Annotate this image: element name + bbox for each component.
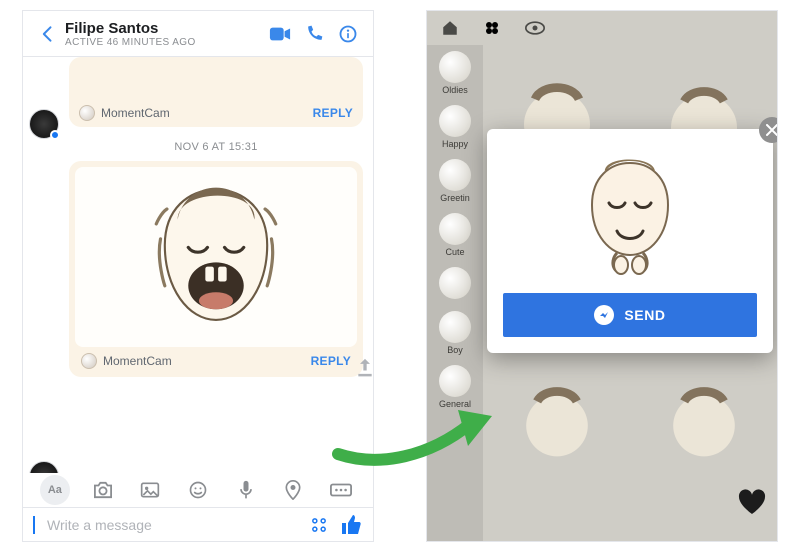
- contact-status: ACTIVE 46 MINUTES AGO: [65, 37, 263, 48]
- compose-bar: [23, 507, 373, 541]
- image-icon: [140, 481, 160, 499]
- camera-icon: [92, 481, 114, 499]
- phone-icon: [304, 24, 324, 44]
- voice-clip-button[interactable]: [231, 475, 261, 505]
- messenger-icon: [594, 305, 614, 325]
- thumbs-up-icon: [339, 513, 363, 537]
- apps-button[interactable]: [309, 515, 329, 535]
- chat-header: Filipe Santos ACTIVE 46 MINUTES AGO: [23, 11, 373, 57]
- home-icon: [441, 19, 459, 37]
- sticker-cell[interactable]: [483, 345, 630, 495]
- info-icon: [338, 24, 358, 44]
- category-general[interactable]: General: [432, 365, 478, 409]
- location-pin-icon: [285, 480, 301, 500]
- message-input[interactable]: [45, 516, 299, 534]
- reply-button[interactable]: REPLY: [311, 354, 351, 368]
- app-badge-icon: [79, 105, 95, 121]
- smiley-icon: [188, 480, 208, 500]
- voice-call-button[interactable]: [297, 17, 331, 51]
- video-call-button[interactable]: [263, 17, 297, 51]
- message-bubble[interactable]: MomentCam REPLY: [69, 161, 363, 377]
- sticker-button[interactable]: [183, 475, 213, 505]
- laughing-face-sticker: [151, 177, 281, 337]
- attachment-toolbar: Aa: [23, 473, 373, 507]
- app-name: MomentCam: [103, 354, 172, 368]
- category-boy[interactable]: Boy: [432, 311, 478, 355]
- sender-avatar[interactable]: [29, 461, 59, 473]
- close-button[interactable]: [759, 117, 778, 143]
- app-name: MomentCam: [101, 106, 170, 120]
- sticker-thumb: [502, 375, 612, 485]
- category-unnamed[interactable]: [432, 267, 478, 301]
- back-button[interactable]: [31, 17, 65, 51]
- like-button[interactable]: [339, 513, 363, 537]
- send-sticker-modal: SEND: [487, 129, 773, 353]
- eye-icon: [525, 21, 545, 35]
- sticker-thumb: [649, 375, 759, 485]
- sticker-image: [75, 167, 357, 347]
- excited-face-sticker: [575, 153, 685, 283]
- messenger-chat-screen: Filipe Santos ACTIVE 46 MINUTES AGO Mome…: [22, 10, 374, 542]
- preview-tab[interactable]: [525, 21, 545, 35]
- send-label: SEND: [624, 307, 665, 323]
- clover-icon: [483, 19, 501, 37]
- category-happy[interactable]: Happy: [432, 105, 478, 149]
- info-button[interactable]: [331, 17, 365, 51]
- apps-grid-icon: [309, 515, 329, 535]
- category-sidebar[interactable]: Oldies Happy Greetin Cute Boy General: [427, 45, 483, 541]
- close-icon: [766, 124, 778, 136]
- sticker-picker-screen: Oldies Happy Greetin Cute Boy General To…: [426, 10, 778, 542]
- recent-tab[interactable]: [483, 19, 501, 37]
- microphone-icon: [239, 480, 253, 500]
- app-badge-icon: [81, 353, 97, 369]
- category-oldies[interactable]: Oldies: [432, 51, 478, 95]
- sticker-preview: [503, 143, 757, 293]
- more-button[interactable]: [326, 475, 356, 505]
- favorite-button[interactable]: [737, 489, 767, 515]
- category-cute[interactable]: Cute: [432, 213, 478, 257]
- share-button[interactable]: [355, 357, 373, 379]
- chat-title-block[interactable]: Filipe Santos ACTIVE 46 MINUTES AGO: [65, 20, 263, 48]
- text-format-button[interactable]: Aa: [40, 475, 70, 505]
- video-icon: [269, 26, 291, 42]
- contact-name: Filipe Santos: [65, 20, 263, 37]
- arrow-left-icon: [38, 24, 58, 44]
- location-button[interactable]: [278, 475, 308, 505]
- camera-button[interactable]: [88, 475, 118, 505]
- send-button[interactable]: SEND: [503, 293, 757, 337]
- sender-avatar[interactable]: [29, 109, 59, 139]
- timestamp: NOV 6 AT 15:31: [69, 141, 363, 153]
- message-bubble[interactable]: MomentCam REPLY: [69, 57, 363, 127]
- picker-top-tabs: [427, 11, 777, 45]
- heart-icon: [737, 489, 767, 515]
- text-cursor: [33, 516, 35, 534]
- category-greetings[interactable]: Greetin: [432, 159, 478, 203]
- home-tab[interactable]: [441, 19, 459, 37]
- reply-button[interactable]: REPLY: [313, 106, 353, 120]
- gallery-button[interactable]: [135, 475, 165, 505]
- more-dots-icon: [330, 483, 352, 497]
- sticker-cell[interactable]: [630, 345, 777, 495]
- chat-body[interactable]: MomentCam REPLY NOV 6 AT 15:31: [23, 57, 373, 473]
